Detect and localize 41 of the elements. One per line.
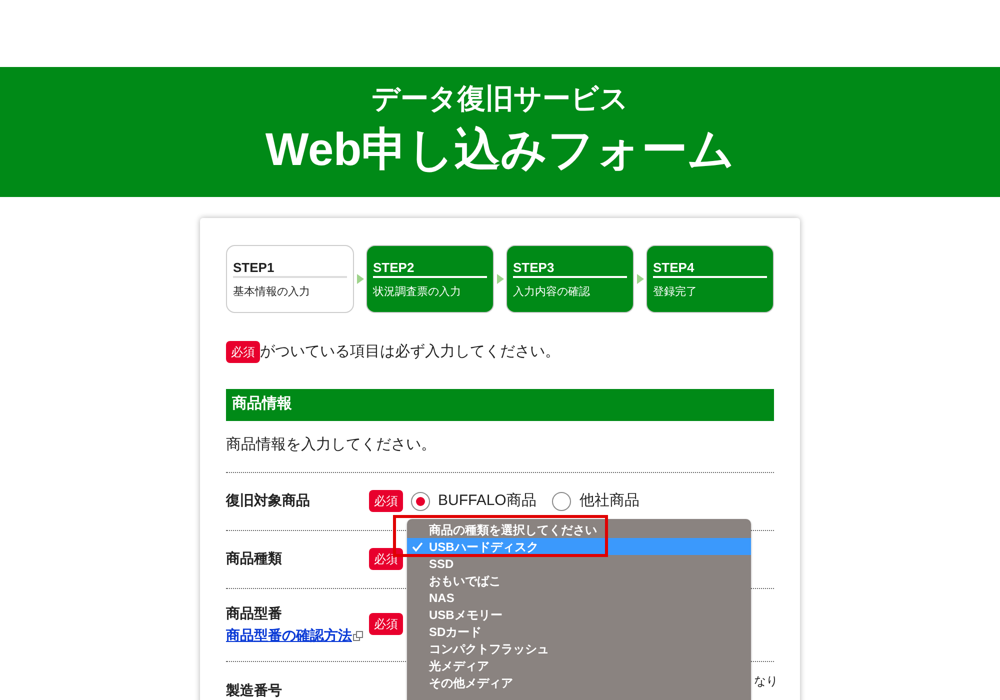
- dropdown-option[interactable]: SSD: [407, 555, 751, 572]
- step-label: STEP4: [653, 260, 767, 278]
- chevron-icon: [494, 274, 506, 284]
- step-text: 入力内容の確認: [513, 284, 591, 300]
- header-subtitle: データ復旧サービス: [372, 82, 628, 116]
- checkmark-icon: [412, 542, 423, 552]
- field-label: 商品種類: [226, 549, 283, 568]
- step-text: 状況調査票の入力: [373, 284, 462, 300]
- radio-label: BUFFALO商品: [438, 490, 536, 511]
- required-badge: 必須: [369, 490, 403, 512]
- dropdown-option[interactable]: USBメモリー: [407, 606, 751, 623]
- section-header: 商品情報: [226, 388, 774, 420]
- radio-label: 他社商品: [579, 490, 640, 511]
- dropdown-option[interactable]: おもいでばこ: [407, 572, 751, 589]
- step-label: STEP3: [513, 260, 627, 278]
- chevron-icon: [634, 274, 646, 284]
- dropdown-option[interactable]: 光メディア: [407, 657, 751, 674]
- step-text: 登録完了: [653, 284, 698, 300]
- required-badge: 必須: [369, 613, 403, 635]
- step-label: STEP2: [373, 260, 487, 278]
- radio-button[interactable]: [411, 492, 430, 510]
- required-note: がついている項目は必ず入力してください。: [260, 342, 560, 362]
- dropdown-option[interactable]: 商品の種類を選択してください: [407, 521, 751, 538]
- field-label: 商品型番: [226, 604, 283, 623]
- dropdown-option[interactable]: NAS: [407, 589, 751, 606]
- section-description: 商品情報を入力してください。: [226, 434, 437, 454]
- hint-text: なり: [754, 673, 778, 690]
- external-window-icon: [353, 630, 363, 641]
- chevron-icon: [354, 274, 366, 284]
- field-label: 製造番号: [226, 681, 283, 700]
- required-badge: 必須: [226, 341, 260, 364]
- field-label: 復旧対象商品: [226, 491, 311, 510]
- header-title: Web申し込みフォーム: [265, 122, 735, 177]
- dropdown-option[interactable]: コンパクトフラッシュ: [407, 640, 751, 657]
- dropdown-option[interactable]: その他メディア: [407, 674, 751, 691]
- dropdown-option[interactable]: SDカード: [407, 623, 751, 640]
- step-label: STEP1: [233, 260, 347, 278]
- help-link[interactable]: 商品型番の確認方法: [226, 627, 352, 643]
- dropdown-option[interactable]: USBハードディスク: [407, 538, 751, 555]
- radio-button[interactable]: [552, 492, 572, 510]
- step-text: 基本情報の入力: [233, 285, 311, 300]
